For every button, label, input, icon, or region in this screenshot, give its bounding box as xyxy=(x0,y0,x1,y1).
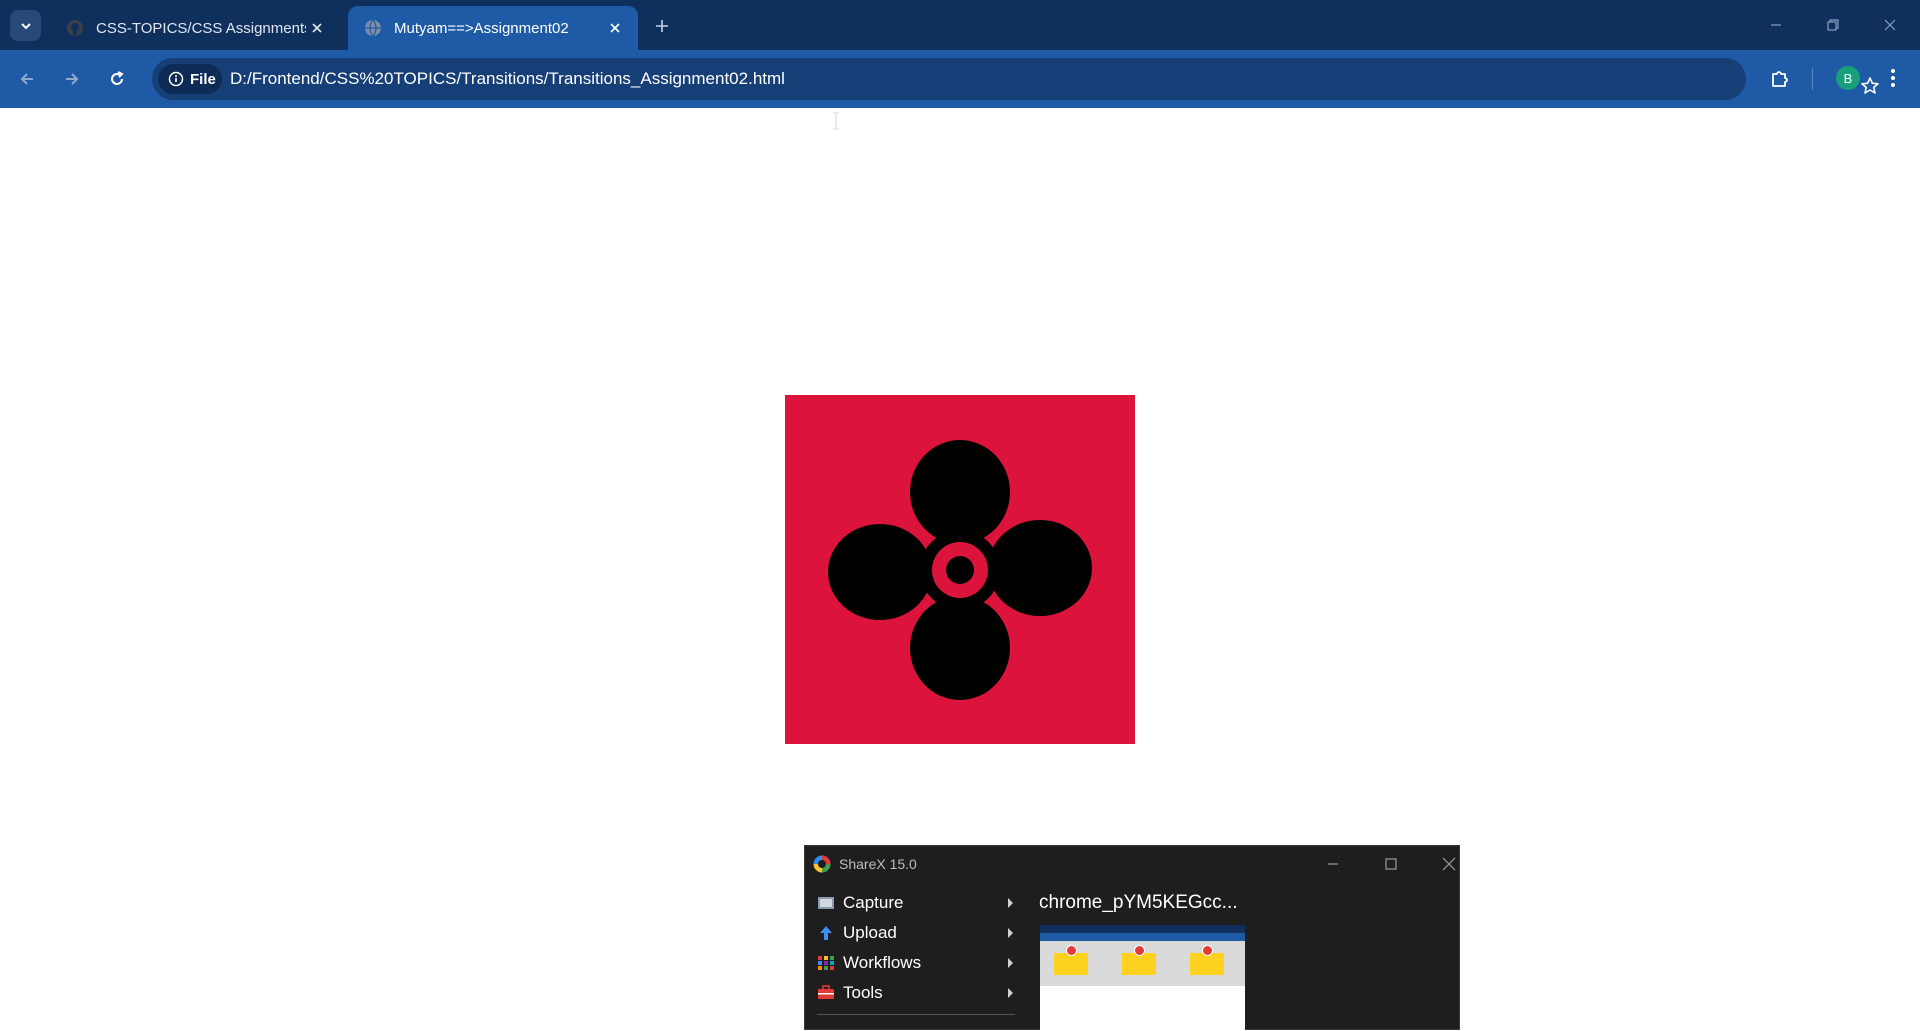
chevron-down-icon xyxy=(20,22,31,29)
sharex-menu-label: Capture xyxy=(843,893,904,912)
tab-search-button[interactable] xyxy=(10,10,41,41)
sharex-menu-capture[interactable]: Capture xyxy=(813,888,1023,918)
info-icon xyxy=(168,71,184,87)
profile-avatar[interactable]: B xyxy=(1836,66,1860,90)
sharex-menu-divider xyxy=(817,1014,1015,1015)
submenu-arrow-icon xyxy=(1008,958,1013,968)
github-icon xyxy=(67,20,83,36)
browser-titlebar: CSS-TOPICS/CSS Assignments/Transitions M… xyxy=(0,0,1920,50)
restore-window-button[interactable] xyxy=(1815,10,1851,40)
capture-icon xyxy=(818,897,834,909)
thumbnail-card xyxy=(1122,945,1156,975)
tab-title: Mutyam==>Assignment02 xyxy=(394,19,569,37)
sharex-menu-workflows[interactable]: Workflows xyxy=(813,948,1023,978)
sharex-menu-label: Upload xyxy=(843,923,897,942)
globe-icon xyxy=(365,19,381,37)
reload-icon xyxy=(111,71,124,85)
more-vertical-icon xyxy=(1891,69,1895,87)
sharex-close-button[interactable] xyxy=(1429,846,1469,882)
extensions-button[interactable] xyxy=(1762,60,1798,96)
maximize-icon xyxy=(1385,858,1397,870)
sharex-maximize-button[interactable] xyxy=(1371,846,1411,882)
new-tab-button[interactable] xyxy=(650,14,674,38)
thumbnail-card xyxy=(1190,945,1224,975)
sharex-menu-tools[interactable]: Tools xyxy=(813,978,1023,1008)
sharex-title: ShareX 15.0 xyxy=(839,856,917,872)
sharex-minimize-button[interactable] xyxy=(1313,846,1353,882)
submenu-arrow-icon xyxy=(1008,928,1013,938)
sharex-logo-icon xyxy=(813,855,831,873)
site-info-label: File xyxy=(190,70,216,88)
workflows-icon xyxy=(818,956,834,970)
tools-icon xyxy=(818,985,834,999)
minimize-icon xyxy=(1771,24,1781,26)
sharex-recent-file-name[interactable]: chrome_pYM5KEGcc... xyxy=(1039,892,1238,914)
puzzle-icon xyxy=(1772,71,1788,87)
close-icon xyxy=(1884,19,1896,31)
forward-button[interactable] xyxy=(54,61,90,97)
submenu-arrow-icon xyxy=(1008,898,1013,908)
minimize-window-button[interactable] xyxy=(1758,10,1794,40)
thumbnail-page xyxy=(1040,941,1245,986)
minimize-icon xyxy=(1328,863,1338,865)
close-window-button[interactable] xyxy=(1872,10,1908,40)
thumbnail-titlebar xyxy=(1040,925,1245,933)
upload-icon xyxy=(820,926,832,940)
url-text[interactable]: D:/Frontend/CSS%20TOPICS/Transitions/Tra… xyxy=(230,58,785,100)
star-icon xyxy=(1861,77,1879,94)
submenu-arrow-icon xyxy=(1008,988,1013,998)
browser-toolbar: File D:/Frontend/CSS%20TOPICS/Transition… xyxy=(0,50,1920,130)
close-tab-button[interactable] xyxy=(604,17,626,39)
sharex-titlebar: ShareX 15.0 xyxy=(805,846,1459,882)
sharex-menu-label: Tools xyxy=(843,983,883,1002)
fan-box[interactable] xyxy=(785,395,1135,744)
plus-icon xyxy=(656,20,668,32)
thumbnail-dot xyxy=(1134,945,1145,956)
sharex-menu: Capture Upload Workflows Tools xyxy=(813,888,1023,1008)
close-icon xyxy=(1442,857,1456,871)
sharex-recent-thumbnail[interactable] xyxy=(1040,925,1245,1031)
site-info-chip[interactable]: File xyxy=(158,64,222,94)
close-icon xyxy=(312,23,322,33)
thumbnail-dot xyxy=(1066,945,1077,956)
arrow-right-icon xyxy=(66,73,79,85)
sharex-menu-label: Workflows xyxy=(843,953,922,972)
sharex-window: ShareX 15.0 Capture Upload Workflows Too… xyxy=(804,845,1460,1031)
toolbar-divider xyxy=(1812,68,1813,90)
restore-icon xyxy=(1827,19,1839,31)
arrow-left-icon xyxy=(20,73,33,85)
address-bar[interactable]: File D:/Frontend/CSS%20TOPICS/Transition… xyxy=(152,58,1879,100)
tab-assignment02[interactable]: Mutyam==>Assignment02 xyxy=(348,6,638,50)
close-icon xyxy=(610,23,620,33)
thumbnail-toolbar xyxy=(1040,933,1245,941)
text-cursor-icon xyxy=(833,112,839,130)
sharex-menu-upload[interactable]: Upload xyxy=(813,918,1023,948)
thumbnail-dot xyxy=(1202,945,1213,956)
tab-title: CSS-TOPICS/CSS Assignments/Transitions xyxy=(96,19,306,37)
tab-css-topics[interactable]: CSS-TOPICS/CSS Assignments/Transitions xyxy=(50,6,340,50)
close-tab-button[interactable] xyxy=(306,17,328,39)
back-button[interactable] xyxy=(9,61,45,97)
thumbnail-card xyxy=(1054,945,1088,975)
fan-icon xyxy=(828,440,1092,700)
browser-menu-button[interactable] xyxy=(1878,60,1908,96)
reload-button[interactable] xyxy=(99,61,135,97)
